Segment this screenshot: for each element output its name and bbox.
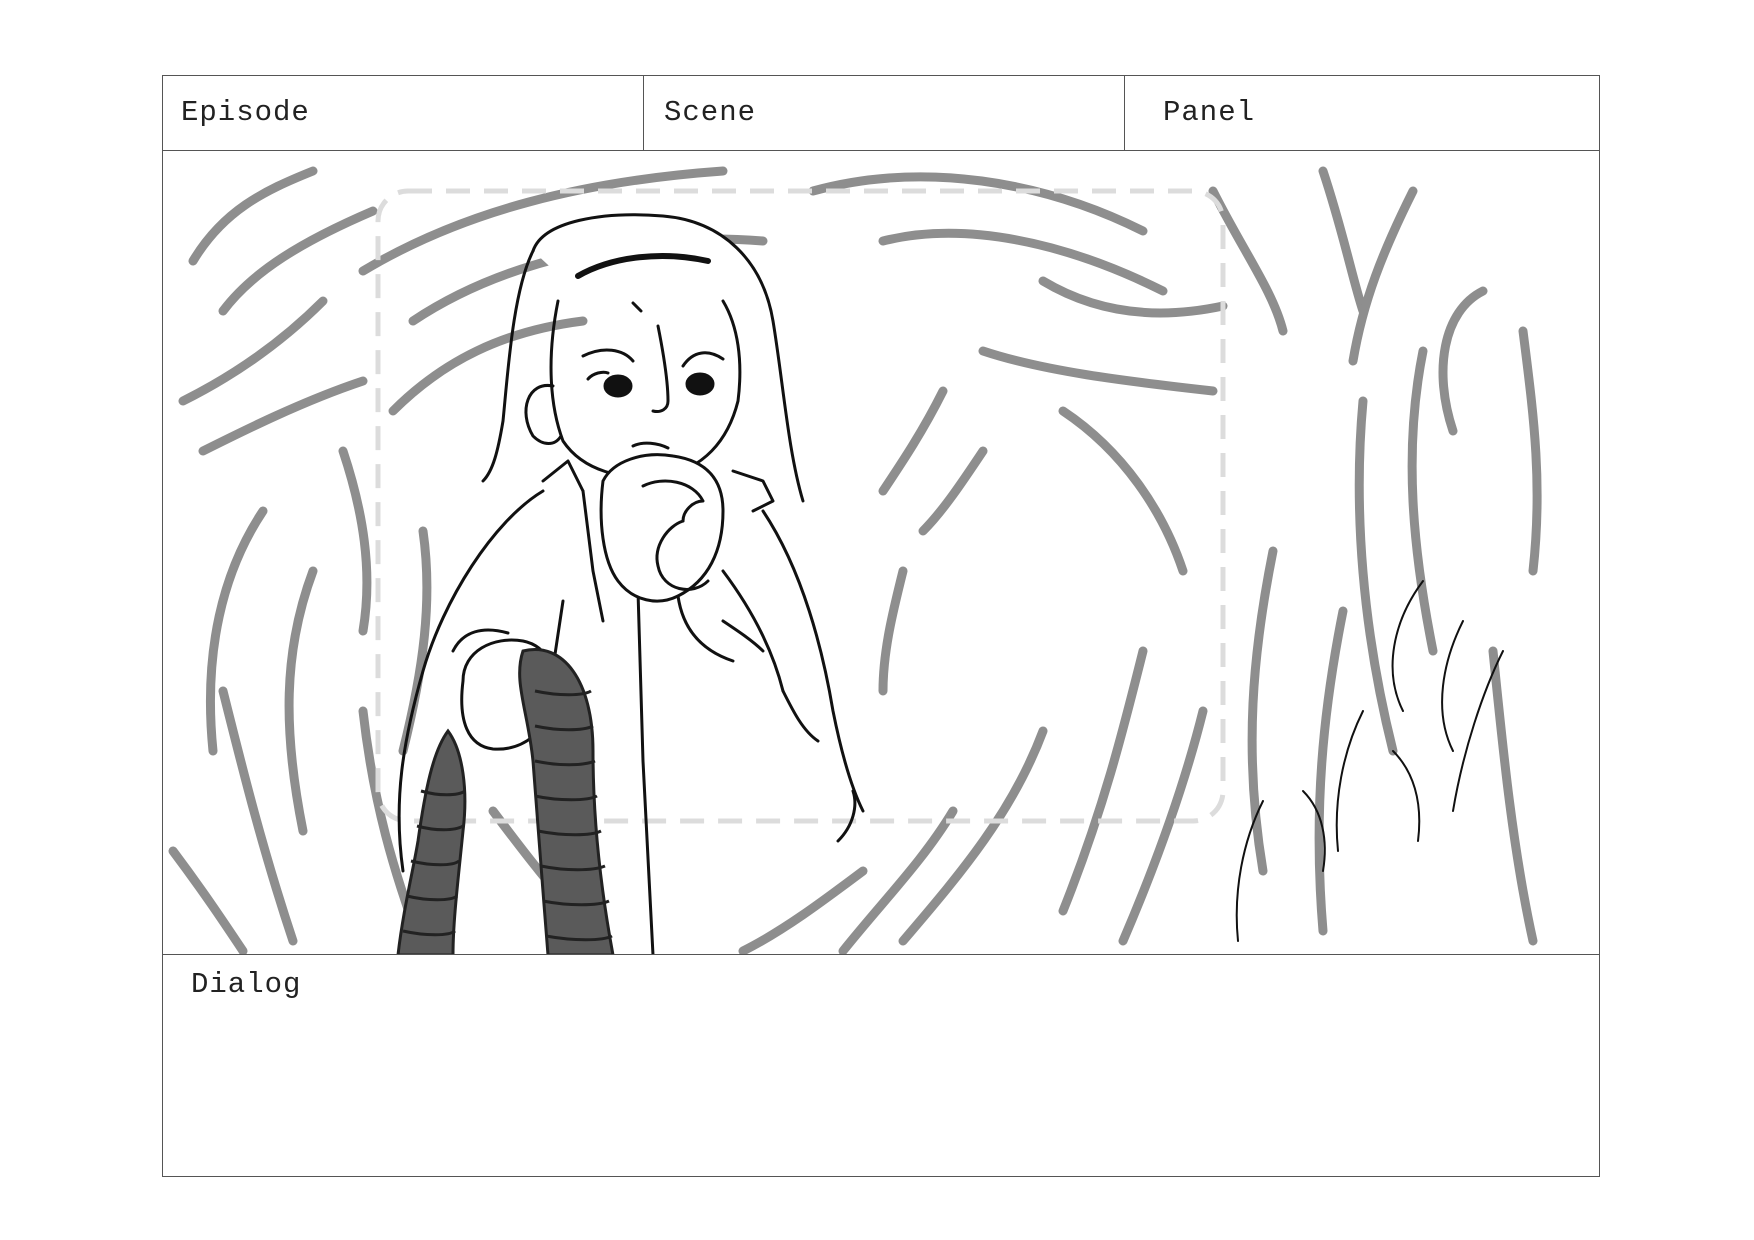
episode-label: Episode — [181, 96, 310, 129]
scene-field[interactable]: Scene — [644, 76, 1125, 150]
scene-label: Scene — [664, 96, 757, 129]
dialog-label: Dialog — [191, 968, 302, 1001]
dialog-section[interactable]: Dialog — [163, 955, 1599, 1176]
storyboard-header: Episode Scene Panel — [163, 76, 1599, 151]
storyboard-sketch — [168, 166, 1542, 954]
panel-field[interactable]: Panel — [1125, 76, 1599, 150]
storyboard-sheet: Episode Scene Panel Dialog — [162, 75, 1600, 1177]
panel-label: Panel — [1163, 96, 1256, 129]
panel-artwork — [163, 151, 1599, 955]
episode-field[interactable]: Episode — [163, 76, 644, 150]
character-figure — [397, 213, 865, 954]
